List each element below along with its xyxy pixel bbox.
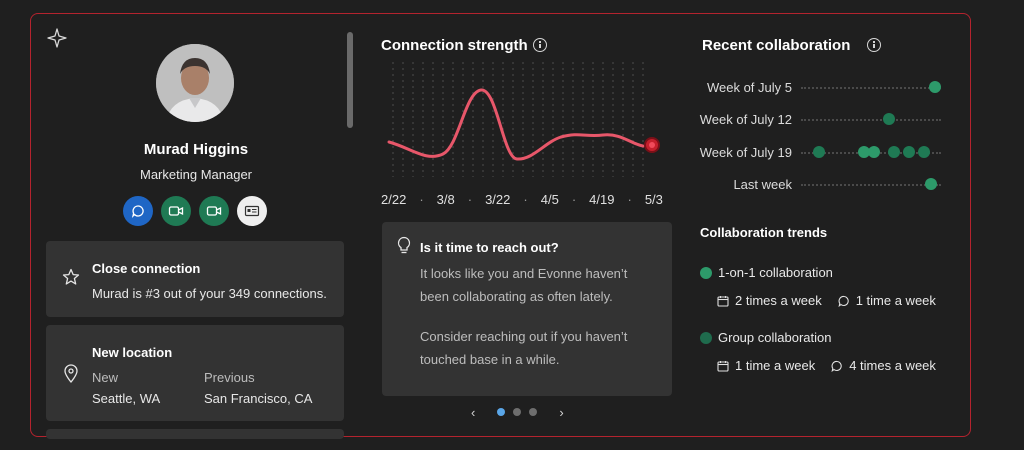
next-button[interactable]: › [559,405,563,420]
page-dot[interactable] [529,408,538,416]
x-label: 4/5 [540,192,559,207]
tip-line: touched base in a while. [420,352,560,367]
page-dot[interactable] [513,408,522,416]
x-label: 3/22 [485,192,511,207]
video-call-button[interactable] [161,196,191,226]
new-location-previous-label: Previous [204,370,255,385]
collaboration-dot[interactable] [903,146,915,158]
carousel-pager: ‹ › [471,404,581,420]
timeline-row [801,119,941,121]
chart-x-axis: 2/22 · 3/8 · 3/22 · 4/5 · 4/19 · 5/3 [381,192,663,207]
chats-frequency: 4 times a week [849,358,936,373]
timeline-row [801,184,941,186]
x-label: 2/22 [381,192,407,207]
collaboration-dot[interactable] [918,146,930,158]
tip-title: Is it time to reach out? [420,240,559,255]
meetings-frequency: 1 time a week [735,358,816,373]
video-icon [206,206,222,216]
collaboration-dot[interactable] [925,178,937,190]
group-legend-dot [700,331,712,344]
tip-line: It looks like you and Evonne haven’t [420,266,628,281]
location-pin-icon [64,364,78,383]
collaboration-dot[interactable] [883,113,895,125]
previous-button[interactable]: ‹ [471,405,475,420]
new-location-new-label: New [92,370,119,385]
trend-one-on-one-stats: 2 times a week 1 time a week [717,293,936,308]
trend-label: Group collaboration [718,330,832,345]
contact-card-button[interactable] [237,196,267,226]
trend-group: Group collaboration [700,330,831,345]
contact-card-icon [244,205,260,217]
next-card[interactable] [46,429,344,439]
tip-line: Consider reaching out if you haven’t [420,329,628,344]
x-separator: · [419,192,424,207]
trend-group-stats: 1 time a week 4 times a week [717,358,936,373]
connection-strength-line [387,88,645,161]
collaboration-dot[interactable] [868,146,880,158]
contact-actions [123,196,273,228]
week-label: Last week [733,177,792,192]
profile-title: Marketing Manager [140,167,252,182]
week-label: Week of July 12 [699,112,792,127]
x-label: 3/8 [436,192,455,207]
reach-out-tip-card[interactable]: Is it time to reach out? It looks like y… [382,222,672,396]
x-separator: · [523,192,528,207]
collaboration-dot[interactable] [813,146,825,158]
x-separator: · [571,192,577,207]
x-separator: · [627,192,632,207]
sparkle-icon [47,28,67,48]
close-connection-card[interactable]: Close connection Murad is #3 out of your… [46,241,344,317]
new-location-title: New location [92,345,173,360]
one-on-one-legend-dot [700,266,712,279]
x-separator: · [467,192,473,207]
close-connection-title: Close connection [92,261,201,276]
page-dot[interactable] [497,408,506,416]
calendar-icon [717,360,729,372]
chat-button[interactable] [123,196,153,226]
chat-icon [131,205,144,218]
info-icon[interactable] [533,38,547,52]
new-location-new-value: Seattle, WA [92,391,161,406]
insights-panel: Murad Higgins Marketing Manager Close co… [30,13,971,439]
trend-one-on-one: 1-on-1 collaboration [700,265,833,280]
info-icon[interactable] [867,38,882,52]
recent-collaboration-title: Recent collaboration [702,37,851,54]
week-label: Week of July 19 [699,145,792,160]
scrollbar[interactable] [347,32,353,128]
connection-strength-chart [387,62,660,177]
lightbulb-icon [397,236,411,254]
new-location-previous-value: San Francisco, CA [204,391,313,406]
trend-label: 1-on-1 collaboration [718,265,833,280]
chat-icon [838,295,849,307]
chats-frequency: 1 time a week [855,293,936,308]
new-location-card[interactable]: New location New Seattle, WA Previous Sa… [46,325,344,421]
chat-icon [831,360,842,372]
timeline-row [801,87,941,89]
video-meeting-button[interactable] [199,196,229,226]
profile-name: Murad Higgins [143,141,249,158]
collaboration-dot[interactable] [929,81,941,93]
video-icon [168,206,184,216]
week-label: Week of July 5 [706,80,792,95]
calendar-icon [717,295,729,307]
star-icon [62,268,80,285]
meetings-frequency: 2 times a week [735,293,822,308]
collaboration-trends-title: Collaboration trends [700,225,828,240]
x-label: 5/3 [644,192,663,207]
x-label: 4/19 [589,192,615,207]
connection-strength-title: Connection strength [381,37,528,54]
tip-line: been collaborating as often lately. [420,289,613,304]
collaboration-dot[interactable] [888,146,900,158]
close-connection-text: Murad is #3 out of your 349 connections. [92,286,327,301]
avatar[interactable] [156,44,234,122]
